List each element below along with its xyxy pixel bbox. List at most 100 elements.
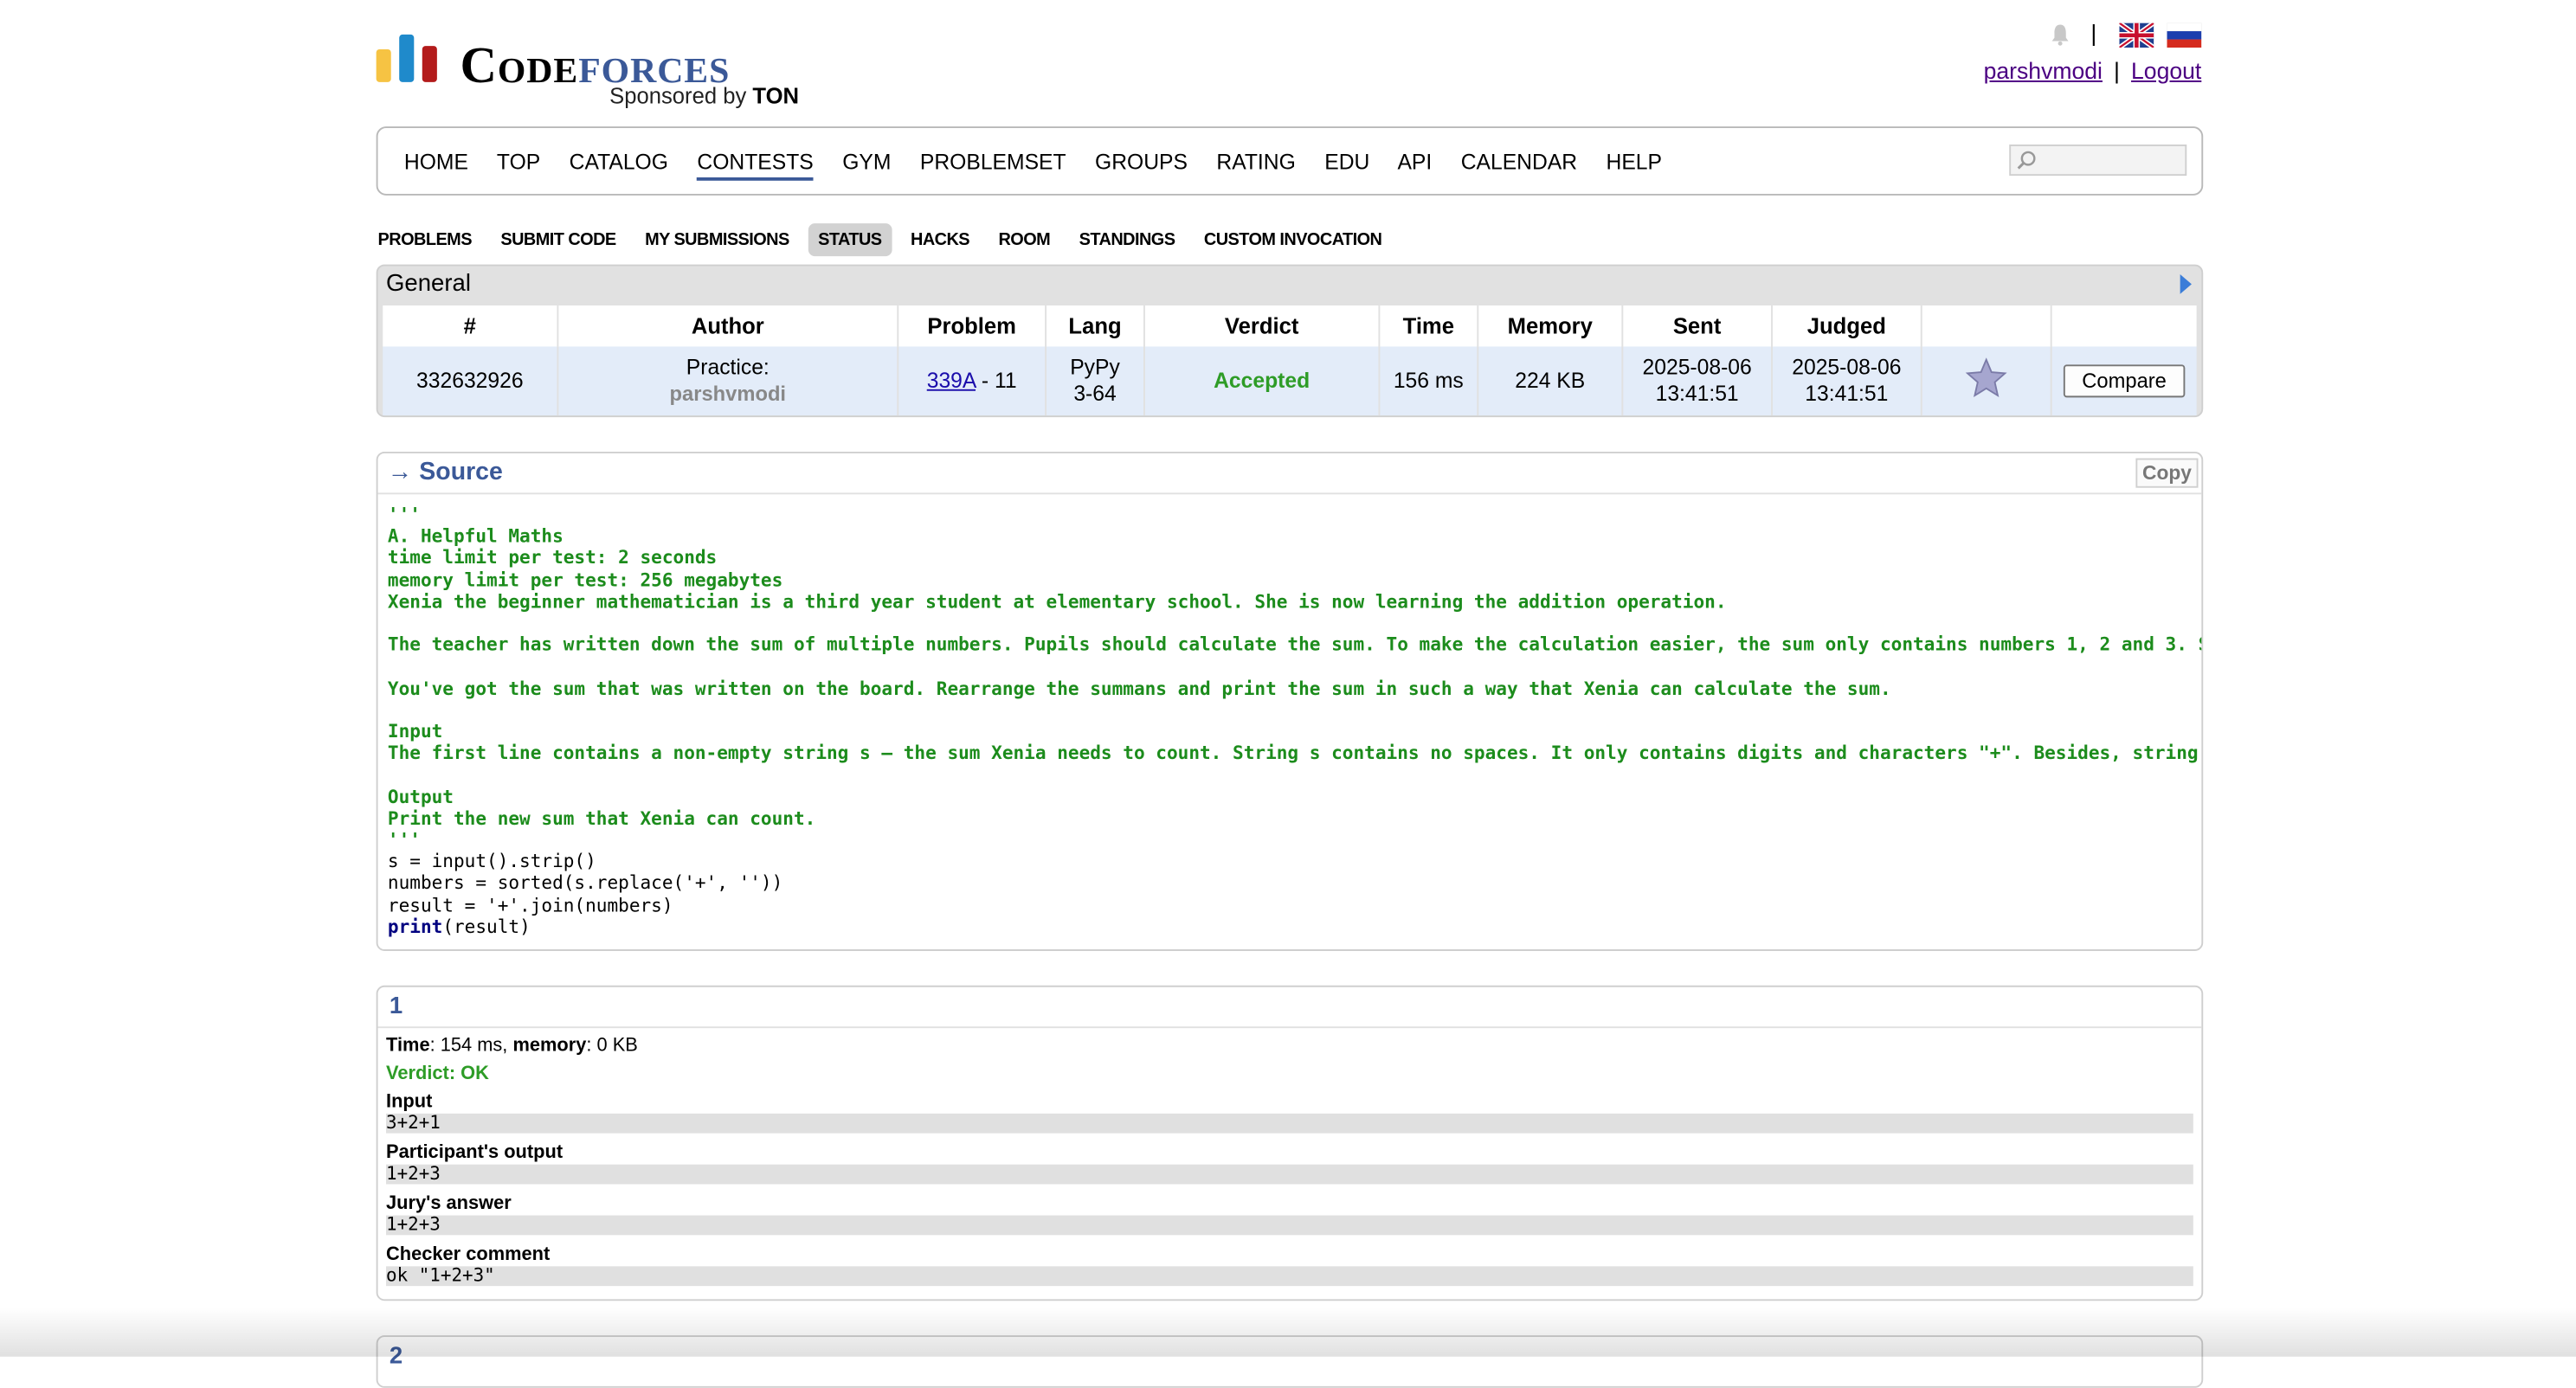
logo-text[interactable]: Codeforces [460,40,730,91]
star-icon[interactable] [1965,357,2007,399]
codeforces-logo-icon[interactable] [376,34,442,82]
test-answer-value: 1+2+3 [386,1215,2193,1236]
code-comment-line: memory limit per test: 256 megabytes [387,569,783,591]
submenu-standings[interactable]: STANDINGS [1069,223,1185,256]
table-row: 332632926 Practice: parshvmodi 339A - 11… [383,346,2197,416]
submenu-hacks[interactable]: HACKS [901,223,980,256]
menu-help[interactable]: HELP [1607,150,1662,174]
test-output-value: 1+2+3 [386,1164,2193,1185]
favorite-cell [1921,346,2052,416]
compare-button[interactable]: Compare [2064,364,2185,398]
menu-rating[interactable]: RATING [1216,150,1295,174]
code-comment-line: A. Helpful Maths [387,525,564,548]
menu-catalog[interactable]: CATALOG [570,150,668,174]
expand-arrow-icon[interactable] [2180,273,2192,294]
submenu-my-submissions[interactable]: MY SUBMISSIONS [635,223,799,256]
author-prefix: Practice: [686,354,770,380]
code-comment-line: The first line contains a non-empty stri… [387,742,2199,765]
col-compare [2051,305,2197,347]
code-comment-line: time limit per test: 2 seconds [387,547,718,569]
test-time-memory: Time: 154 ms, memory: 0 KB [386,1036,638,1057]
russian-flag-icon[interactable] [2167,22,2202,48]
submenu-room[interactable]: ROOM [989,223,1060,256]
sponsor-prefix: Sponsored by [609,83,747,109]
main-menu-items: HOME TOP CATALOG CONTESTS GYM PROBLEMSET… [404,149,1685,181]
code-comment-line: Xenia the beginner mathematician is a th… [387,590,1727,613]
sponsor-name: TON [752,83,800,109]
test-checker-label: Checker comment [386,1244,551,1265]
status-title: General [386,271,471,298]
submenu-status[interactable]: STATUS [808,223,892,257]
test-body: Time: 154 ms, memory: 0 KB Verdict: OK I… [386,1037,2193,1296]
test-output-label: Participant's output [386,1143,564,1163]
col-author: Author [557,305,899,347]
sent-time: 13:41:51 [1655,381,1739,406]
search-icon [2017,151,2036,170]
code-line-1: s = input().strip() [387,851,596,873]
menu-top[interactable]: TOP [497,150,540,174]
menu-problemset[interactable]: PROBLEMSET [920,150,1066,174]
sent-cell: 2025-08-06 13:41:51 [1622,346,1773,416]
memory-cell: 224 KB [1478,346,1624,416]
test-2-box: 2 [376,1335,2204,1388]
test-answer-label: Jury's answer [386,1193,512,1214]
main-menu: HOME TOP CATALOG CONTESTS GYM PROBLEMSET… [376,126,2204,196]
col-verdict: Verdict [1143,305,1381,347]
test-1-box: 1 Time: 154 ms, memory: 0 KB Verdict: OK… [376,985,2204,1301]
menu-calendar[interactable]: CALENDAR [1461,150,1577,174]
col-memory: Memory [1478,305,1624,347]
menu-contests[interactable]: CONTESTS [697,149,814,181]
sent-date: 2025-08-06 [1642,354,1752,380]
code-comment-line [388,613,2201,634]
submenu-custom-invocation[interactable]: CUSTOM INVOCATION [1194,223,1391,256]
author-cell: Practice: parshvmodi [557,346,899,416]
problem-link[interactable]: 339A [927,368,976,392]
col-sent: Sent [1622,305,1773,347]
english-flag-icon[interactable] [2119,22,2154,48]
col-problem: Problem [898,305,1047,347]
test-input-label: Input [386,1092,433,1112]
logo-code: Code [460,35,579,94]
search-input[interactable] [2009,145,2187,177]
lang-line-1: PyPy [1070,354,1120,380]
menu-home[interactable]: HOME [404,150,468,174]
source-box: → Source Copy ''' A. Helpful Maths time li… [376,451,2204,951]
menu-gym[interactable]: GYM [842,150,891,174]
time-cell: 156 ms [1379,346,1479,416]
compare-cell: Compare [2051,346,2197,416]
judged-cell: 2025-08-06 13:41:51 [1771,346,1922,416]
menu-groups[interactable]: GROUPS [1095,150,1188,174]
code-line-4: print(result) [387,916,531,938]
lang-cell: PyPy 3-64 [1046,346,1145,416]
problem-cell: 339A - 11 [898,346,1047,416]
source-title: → Source [387,458,503,486]
menu-api[interactable]: API [1397,150,1432,174]
code-comment-line: The teacher has written down the sum of … [387,634,2201,656]
author-name[interactable]: parshvmodi [560,381,895,407]
code-line-3: result = '+'.join(numbers) [387,894,673,916]
test-checker-value: ok "1+2+3" [386,1265,2193,1287]
test-number: 1 [389,993,403,1020]
col-judged: Judged [1771,305,1922,347]
submission-id[interactable]: 332632926 [383,346,559,416]
logout-link[interactable]: Logout [2131,57,2201,83]
test-verdict: Verdict: OK [386,1063,489,1084]
code-comment-line: Print the new sum that Xenia can count. [387,807,816,830]
lang-line-2: 3-64 [1073,381,1117,406]
code-comment-line: Input [387,721,443,742]
code-comment-line: You've got the sum that was written on t… [387,678,1891,699]
source-code[interactable]: ''' A. Helpful Maths time limit per test: … [387,504,2201,938]
copy-button[interactable]: Copy [2135,458,2199,488]
username-link[interactable]: parshvmodi [1984,57,2103,83]
menu-edu[interactable]: EDU [1324,150,1369,174]
col-favorite [1921,305,2052,347]
col-lang: Lang [1046,305,1145,347]
top-right-area: | parshvmodi | Logout [1984,20,2202,84]
code-comment-line [388,764,2201,786]
bell-icon[interactable] [2048,23,2071,47]
submenu-problems[interactable]: PROBLEMS [377,223,482,256]
status-table: # Author Problem Lang Verdict Time Memor… [383,305,2197,416]
code-comment-line: ''' [387,829,421,851]
code-comment-block: ''' A. Helpful Maths time limit per test: … [387,504,2201,851]
submenu-submit-code[interactable]: SUBMIT CODE [491,223,626,256]
